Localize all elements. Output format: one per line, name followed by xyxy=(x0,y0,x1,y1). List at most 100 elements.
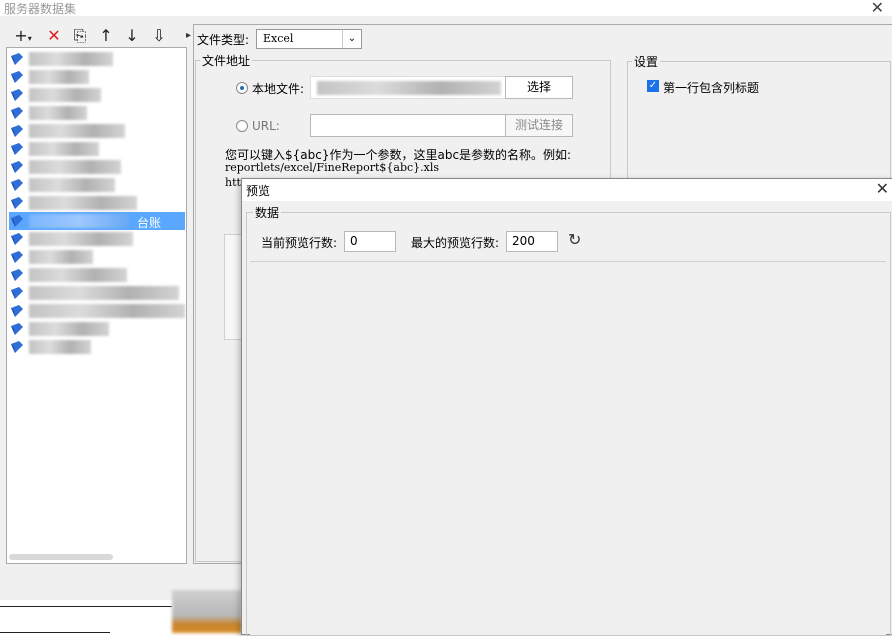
dataset-icon xyxy=(11,125,23,137)
tree-item[interactable] xyxy=(9,248,185,266)
preview-dialog: 预览 ✕ 数据 当前预览行数: 0 最大的预览行数: 200 ↻ xyxy=(241,178,892,636)
close-icon[interactable]: ✕ xyxy=(871,0,884,17)
file-type-select[interactable]: Excel ⌄ xyxy=(256,29,362,49)
chevron-down-icon: ⌄ xyxy=(342,30,361,48)
blurred-label xyxy=(29,88,101,102)
collapse-icon[interactable]: ▸ xyxy=(186,30,191,41)
dataset-icon xyxy=(11,287,23,299)
file-address-title: 文件地址 xyxy=(200,52,253,69)
param-hint-cut: htt xyxy=(225,176,241,189)
preview-title-bar: 预览 ✕ xyxy=(242,179,892,201)
test-connection-button[interactable]: 测试连接 xyxy=(505,114,573,137)
url-radio[interactable] xyxy=(236,120,248,132)
tree-horizontal-scrollbar[interactable] xyxy=(9,554,113,560)
tree-item[interactable] xyxy=(9,158,185,176)
local-file-label: 本地文件: xyxy=(252,82,305,96)
tree-item[interactable] xyxy=(9,194,185,212)
title-bar: 服务器数据集 ✕ xyxy=(0,0,892,17)
dataset-icon xyxy=(11,53,23,65)
tree-item[interactable] xyxy=(9,266,185,284)
arrow-up-icon: ↑ xyxy=(99,26,113,45)
add-icon: + xyxy=(14,26,28,45)
current-rows-input[interactable]: 0 xyxy=(344,231,396,252)
first-row-header-checkbox[interactable]: ✓ xyxy=(647,80,659,92)
dataset-icon xyxy=(11,251,23,263)
dataset-tree[interactable]: 台账 xyxy=(6,47,187,564)
tree-item[interactable] xyxy=(9,338,185,356)
dataset-icon xyxy=(11,233,23,245)
tree-item[interactable] xyxy=(9,50,185,68)
sort-button[interactable]: ⇩ xyxy=(148,26,170,46)
dataset-icon xyxy=(11,197,23,209)
dataset-icon xyxy=(11,107,23,119)
tree-item[interactable] xyxy=(9,68,185,86)
tree-item[interactable] xyxy=(9,176,185,194)
arrow-down-icon: ↓ xyxy=(125,26,139,45)
move-down-button[interactable]: ↓ xyxy=(122,26,142,46)
max-rows-label: 最大的预览行数: xyxy=(411,236,500,250)
selected-item-label: 台账 xyxy=(137,216,162,230)
blurred-label xyxy=(29,340,91,354)
dataset-icon xyxy=(11,89,23,101)
choose-file-button[interactable]: 选择 xyxy=(505,76,573,99)
copy-button[interactable]: ⎘ xyxy=(70,26,90,46)
divider-line xyxy=(0,606,172,607)
url-label: URL: xyxy=(252,119,280,133)
blurred-label xyxy=(29,106,87,120)
blurred-label xyxy=(29,142,99,156)
radio-selected-dot xyxy=(240,86,244,90)
dataset-icon xyxy=(11,161,23,173)
blurred-label xyxy=(29,124,125,138)
param-example: reportlets/excel/FineReport${abc}.xls xyxy=(225,161,440,174)
move-up-button[interactable]: ↑ xyxy=(96,26,116,46)
tree-item-selected[interactable]: 台账 xyxy=(9,212,185,230)
tree-item[interactable] xyxy=(9,122,185,140)
close-icon[interactable]: ✕ xyxy=(876,179,889,198)
tree-toolbar: +▾ ✕ ⎘ ↑ ↓ ⇩ xyxy=(4,24,190,48)
delete-button[interactable]: ✕ xyxy=(44,26,64,46)
tree-item[interactable] xyxy=(9,140,185,158)
blurred-label xyxy=(29,160,121,174)
blurred-label xyxy=(29,52,113,66)
delete-icon: ✕ xyxy=(47,26,61,45)
dataset-icon xyxy=(11,71,23,83)
dataset-icon xyxy=(11,143,23,155)
tree-item[interactable] xyxy=(9,230,185,248)
current-rows-value: 0 xyxy=(350,234,358,248)
blurred-label xyxy=(29,196,137,210)
first-row-header-label: 第一行包含列标题 xyxy=(663,81,760,95)
dataset-icon xyxy=(11,305,23,317)
dataset-icon xyxy=(11,341,23,353)
current-rows-label: 当前预览行数: xyxy=(261,236,338,250)
blurred-image xyxy=(172,590,242,633)
blurred-label xyxy=(29,304,185,318)
tree-item[interactable] xyxy=(9,86,185,104)
preview-table-area[interactable] xyxy=(250,261,886,635)
blurred-file-path xyxy=(317,81,501,95)
blurred-label xyxy=(29,286,179,300)
dataset-icon xyxy=(11,179,23,191)
background-strip xyxy=(0,590,242,633)
tree-item[interactable] xyxy=(9,284,185,302)
local-file-radio[interactable] xyxy=(236,82,248,94)
dataset-icon xyxy=(11,269,23,281)
blurred-label xyxy=(29,250,93,264)
data-group-title: 数据 xyxy=(253,204,282,221)
blurred-label xyxy=(29,232,133,246)
url-input[interactable] xyxy=(310,114,506,137)
tree-item[interactable] xyxy=(9,302,185,320)
add-button[interactable]: +▾ xyxy=(10,26,36,46)
max-rows-input[interactable]: 200 xyxy=(506,231,558,252)
blurred-label xyxy=(29,178,115,192)
dataset-icon xyxy=(11,215,23,227)
dataset-icon xyxy=(11,323,23,335)
refresh-icon[interactable]: ↻ xyxy=(568,230,581,249)
preview-title: 预览 xyxy=(246,184,271,198)
sort-icon: ⇩ xyxy=(152,26,166,45)
local-file-input[interactable] xyxy=(310,76,506,99)
copy-icon: ⎘ xyxy=(73,26,87,45)
tree-item[interactable] xyxy=(9,104,185,122)
blurred-label xyxy=(29,70,89,84)
tree-item[interactable] xyxy=(9,320,185,338)
file-type-label: 文件类型: xyxy=(197,33,250,47)
